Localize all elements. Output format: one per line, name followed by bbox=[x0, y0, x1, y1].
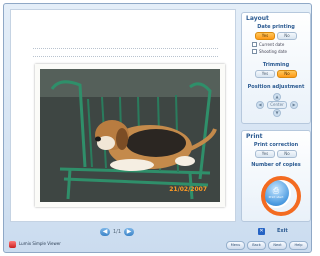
dog-photo bbox=[40, 69, 220, 202]
prev-page-button[interactable]: ◀ bbox=[100, 228, 110, 236]
page-navigator: ◀ 1/1 ▶ bbox=[100, 228, 135, 236]
checkbox[interactable] bbox=[252, 49, 257, 54]
exit-button[interactable]: Exit bbox=[277, 228, 288, 234]
move-right-button[interactable]: ▶ bbox=[290, 101, 298, 109]
trimming-toggle: Yes No bbox=[242, 70, 310, 78]
trimming-yes-button[interactable]: Yes bbox=[255, 70, 275, 78]
help-button[interactable]: Help bbox=[289, 241, 308, 250]
app-window: 21/02/2007 ◀ 1/1 ▶ Layout Date printing … bbox=[3, 3, 312, 253]
checkbox[interactable] bbox=[252, 42, 257, 47]
trimming-no-button[interactable]: No bbox=[277, 70, 297, 78]
number-of-copies-label: Number of copies bbox=[251, 162, 301, 168]
print-correction-label: Print correction bbox=[253, 142, 299, 148]
date-printing-label: Date printing bbox=[257, 24, 295, 30]
status-bar: Lumix Simple Viewer Menu Back Next Help bbox=[3, 239, 312, 253]
date-printing-toggle: Yes No bbox=[242, 32, 310, 40]
layout-panel: Layout Date printing Yes No Current date… bbox=[241, 12, 311, 124]
highlight-circle bbox=[261, 176, 301, 216]
position-adjustment-label: Position adjustment bbox=[247, 84, 305, 90]
move-up-button[interactable]: ▲ bbox=[273, 93, 281, 101]
date-printing-no-button[interactable]: No bbox=[277, 32, 297, 40]
print-correction-no-button[interactable]: No bbox=[277, 150, 297, 158]
print-preview-area: 21/02/2007 bbox=[10, 9, 236, 222]
date-stamp: 21/02/2007 bbox=[169, 186, 207, 193]
bottom-nav: Menu Back Next Help bbox=[226, 241, 308, 250]
date-option-current[interactable]: Current date bbox=[252, 42, 310, 47]
margin-guide bbox=[33, 48, 218, 49]
date-option-shooting[interactable]: Shooting date bbox=[252, 49, 310, 54]
print-correction-yes-button[interactable]: Yes bbox=[255, 150, 275, 158]
move-left-button[interactable]: ◀ bbox=[256, 101, 264, 109]
back-button[interactable]: Back bbox=[247, 241, 266, 250]
print-correction-toggle: Yes No bbox=[242, 150, 310, 158]
app-title: Lumix Simple Viewer bbox=[19, 241, 61, 246]
move-down-button[interactable]: ▼ bbox=[273, 109, 281, 117]
layout-panel-title: Layout bbox=[246, 15, 269, 22]
exit-icon[interactable]: ✕ bbox=[258, 228, 265, 235]
position-adjustment-pad: ▲ ◀ Center ▶ ▼ bbox=[256, 93, 298, 117]
date-printing-yes-button[interactable]: Yes bbox=[255, 32, 275, 40]
center-button[interactable]: Center bbox=[267, 101, 287, 109]
menu-button[interactable]: Menu bbox=[226, 241, 245, 250]
page-indicator: 1/1 bbox=[113, 229, 122, 235]
print-panel-title: Print bbox=[246, 133, 263, 140]
photo-preview[interactable]: 21/02/2007 bbox=[35, 64, 225, 207]
next-button[interactable]: Next bbox=[268, 241, 287, 250]
trimming-label: Trimming bbox=[262, 62, 290, 68]
app-logo-icon bbox=[9, 241, 16, 248]
margin-guide bbox=[33, 56, 218, 57]
next-page-button[interactable]: ▶ bbox=[124, 228, 135, 236]
